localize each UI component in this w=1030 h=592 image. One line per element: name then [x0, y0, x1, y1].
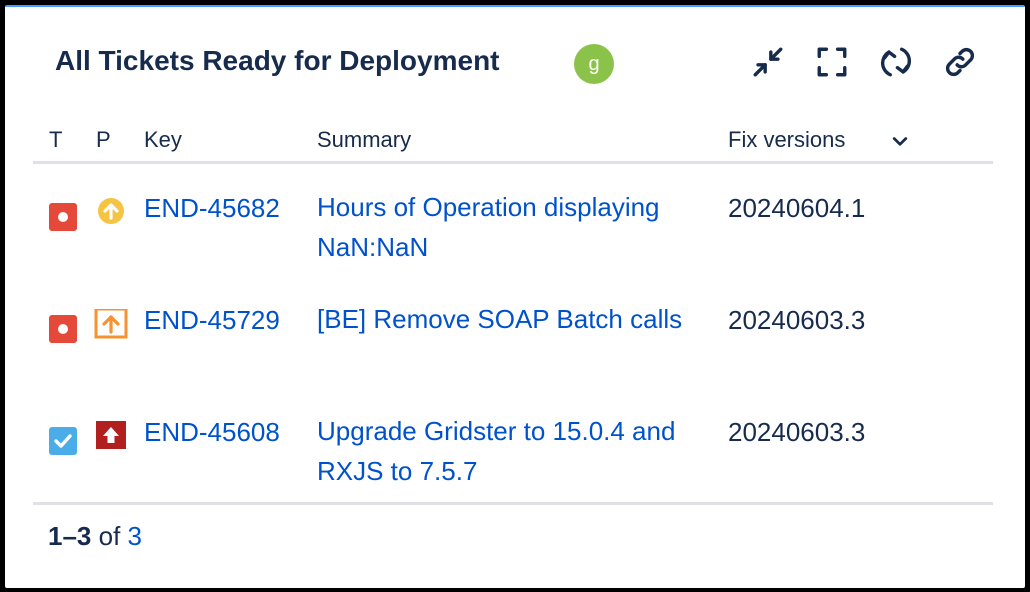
dashboard-gadget: All Tickets Ready for Deployment g T P K…	[5, 5, 1025, 588]
header-summary[interactable]: Summary	[317, 127, 411, 153]
table-header: T P Key Summary Fix versions	[33, 125, 993, 164]
pagination: 1–3 of 3	[48, 521, 142, 552]
issue-key-link[interactable]: END-45608	[144, 417, 280, 448]
fullscreen-icon[interactable]	[812, 42, 852, 82]
total-count-link[interactable]: 3	[128, 521, 142, 551]
header-priority[interactable]: P	[96, 127, 111, 153]
issue-summary-link[interactable]: Upgrade Gridster to 15.0.4 and RXJS to 7…	[317, 411, 712, 491]
gadget-title: All Tickets Ready for Deployment	[55, 45, 500, 76]
refresh-icon[interactable]	[876, 42, 916, 82]
header-key[interactable]: Key	[144, 127, 182, 153]
issue-key-link[interactable]: END-45729	[144, 305, 280, 336]
issue-key-link[interactable]: END-45682	[144, 193, 280, 224]
priority-major-icon	[94, 197, 128, 231]
table-row: END-45729 [BE] Remove SOAP Batch calls 2…	[33, 297, 993, 397]
fix-version: 20240604.1	[728, 193, 866, 223]
fix-version: 20240603.3	[728, 305, 866, 335]
bug-icon	[49, 315, 77, 343]
page-range: 1–3	[48, 521, 92, 551]
issue-summary-link[interactable]: Hours of Operation displaying NaN:NaN	[317, 187, 712, 267]
header-type[interactable]: T	[49, 127, 62, 153]
issue-summary-link[interactable]: [BE] Remove SOAP Batch calls	[317, 299, 712, 339]
of-label: of	[98, 521, 121, 551]
avatar[interactable]: g	[574, 44, 614, 84]
link-icon[interactable]	[940, 42, 980, 82]
bug-icon	[49, 203, 77, 231]
task-check-icon	[49, 427, 77, 455]
priority-high-icon	[94, 307, 128, 343]
chevron-down-icon[interactable]	[890, 131, 910, 157]
table-footer: 1–3 of 3	[33, 502, 993, 551]
header-fix-versions[interactable]: Fix versions	[728, 127, 845, 153]
table-row: END-45682 Hours of Operation displaying …	[33, 185, 993, 285]
table-row: END-45608 Upgrade Gridster to 15.0.4 and…	[33, 409, 993, 509]
priority-highest-icon	[94, 421, 128, 455]
fix-version: 20240603.3	[728, 417, 866, 447]
minimize-icon[interactable]	[748, 42, 788, 82]
